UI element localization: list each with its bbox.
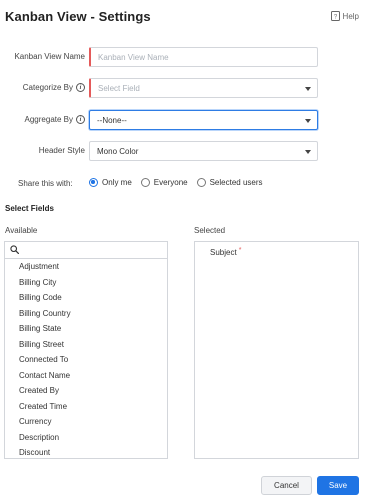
available-fields-list[interactable]: Adjustment Billing City Billing Code Bil… (4, 241, 168, 459)
list-item[interactable]: Created Time (5, 399, 167, 415)
kanban-view-name-row: Kanban View Name Kanban View Name (0, 47, 366, 67)
info-icon[interactable]: i (76, 83, 85, 92)
list-item[interactable]: Discount (5, 445, 167, 458)
aggregate-by-value: --None-- (97, 115, 127, 125)
header-style-row: Header Style Mono Color (0, 141, 366, 161)
categorize-by-select[interactable]: Select Field (89, 78, 318, 98)
aggregate-by-label: Aggregate By i (25, 115, 85, 124)
selected-label: Selected (194, 226, 226, 235)
list-item[interactable]: Currency (5, 414, 167, 430)
available-items: Adjustment Billing City Billing Code Bil… (5, 259, 167, 458)
help-book-icon: ? (330, 11, 340, 21)
share-option-selected-users[interactable]: Selected users (196, 178, 263, 187)
list-item[interactable]: Description (5, 430, 167, 446)
available-label: Available (5, 226, 38, 235)
chevron-down-icon (305, 119, 311, 123)
categorize-by-label-text: Categorize By (22, 83, 73, 92)
share-option-everyone[interactable]: Everyone (140, 178, 188, 187)
header-style-value: Mono Color (97, 146, 139, 156)
kanban-view-name-label-text: Kanban View Name (14, 52, 85, 61)
list-item[interactable]: Connected To (5, 352, 167, 368)
share-option-only-me[interactable]: Only me (89, 178, 132, 187)
kanban-view-name-placeholder: Kanban View Name (98, 52, 169, 62)
list-item[interactable]: Contact Name (5, 368, 167, 384)
selected-item-label: Subject (210, 248, 237, 257)
available-search-input[interactable] (5, 242, 167, 259)
selected-item-subject[interactable]: Subject * (210, 247, 242, 257)
radio-checked-icon (89, 178, 98, 187)
search-icon (10, 242, 19, 259)
list-item[interactable]: Billing State (5, 321, 167, 337)
list-item[interactable]: Billing City (5, 275, 167, 291)
share-label: Share this with: (18, 179, 73, 188)
aggregate-by-label-text: Aggregate By (24, 115, 73, 124)
header-style-select[interactable]: Mono Color (89, 141, 318, 161)
categorize-by-label: Categorize By i (23, 83, 85, 92)
header-style-label: Header Style (39, 146, 85, 155)
page-title: Kanban View - Settings (5, 9, 151, 24)
list-item[interactable]: Billing Street (5, 337, 167, 353)
kanban-view-name-label: Kanban View Name (14, 52, 85, 61)
selected-fields-list[interactable]: Subject * (194, 241, 359, 459)
list-item[interactable]: Billing Code (5, 290, 167, 306)
chevron-down-icon (305, 87, 311, 91)
chevron-down-icon (305, 150, 311, 154)
kanban-view-name-input[interactable]: Kanban View Name (89, 47, 318, 67)
share-option-label: Selected users (209, 178, 263, 187)
help-link[interactable]: ? Help (330, 11, 359, 21)
share-option-label: Only me (102, 178, 132, 187)
aggregate-by-select[interactable]: --None-- (89, 110, 318, 130)
required-mark: * (238, 247, 242, 254)
share-option-label: Everyone (153, 178, 188, 187)
list-item[interactable]: Created By (5, 383, 167, 399)
categorize-by-placeholder: Select Field (98, 83, 140, 93)
save-button[interactable]: Save (317, 476, 359, 495)
svg-text:?: ? (333, 15, 337, 21)
cancel-button[interactable]: Cancel (261, 476, 312, 495)
info-icon[interactable]: i (76, 115, 85, 124)
radio-unchecked-icon (196, 178, 206, 187)
help-label: Help (342, 11, 359, 21)
aggregate-by-row: Aggregate By i --None-- (0, 110, 366, 130)
list-item[interactable]: Billing Country (5, 306, 167, 322)
select-fields-title: Select Fields (5, 204, 54, 213)
list-item[interactable]: Adjustment (5, 259, 167, 275)
radio-unchecked-icon (140, 178, 150, 187)
categorize-by-row: Categorize By i Select Field (0, 78, 366, 98)
header-style-label-text: Header Style (38, 146, 85, 155)
share-radio-group: Only me Everyone Selected users (89, 178, 263, 187)
